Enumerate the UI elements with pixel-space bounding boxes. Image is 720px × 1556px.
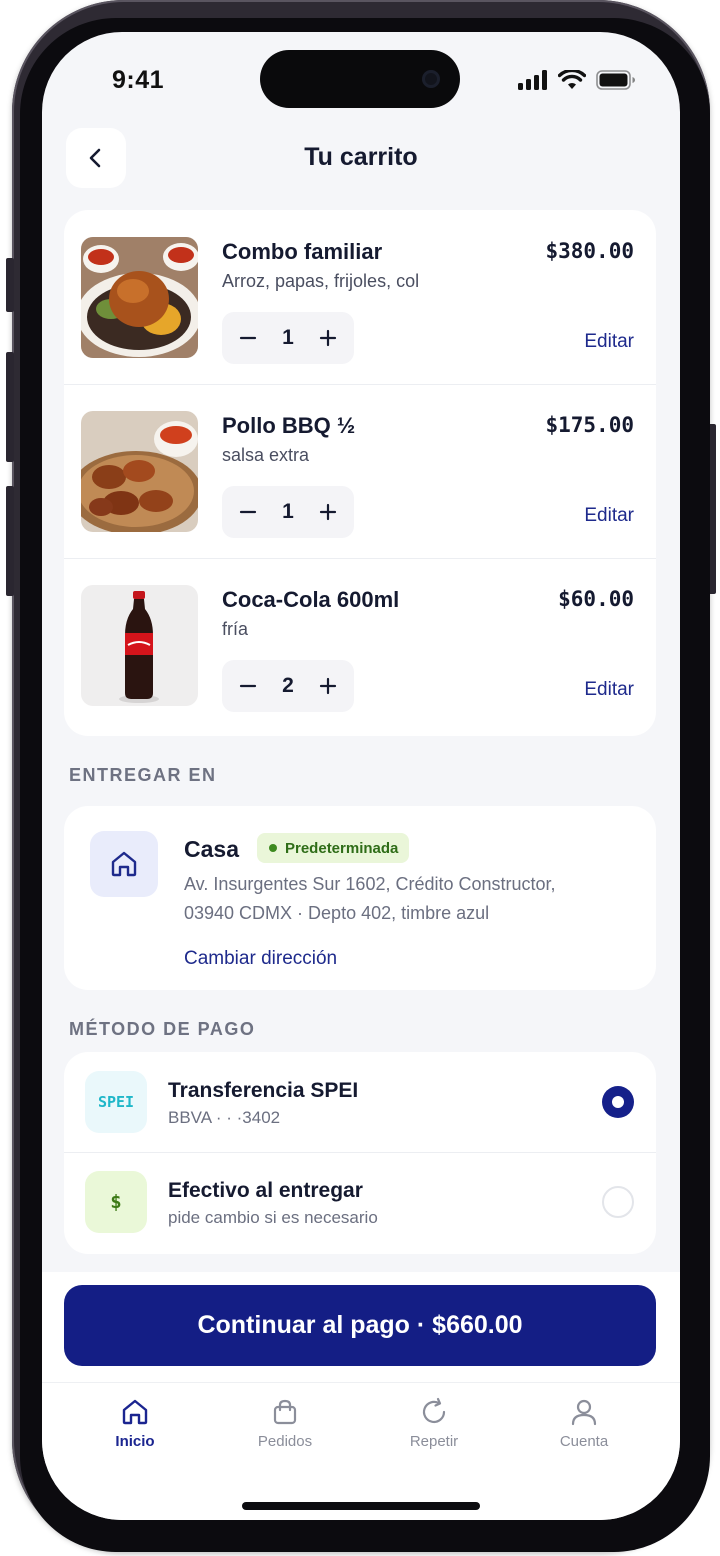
decrease-button[interactable] (236, 674, 260, 698)
plus-icon (319, 329, 337, 347)
delivery-section-label: ENTREGAR EN (69, 765, 217, 785)
wifi-icon (558, 70, 586, 89)
item-name: Combo familiar (222, 239, 383, 264)
decrease-button[interactable] (236, 326, 260, 350)
tab-inicio[interactable]: Inicio (75, 1397, 195, 1450)
minus-icon (239, 684, 257, 688)
quantity-stepper: 1 (222, 312, 354, 364)
address-line-1: Av. Insurgentes Sur 1602, Crédito Constr… (184, 874, 556, 894)
bag-icon (273, 1399, 297, 1425)
plus-icon (319, 677, 337, 695)
radio-unselected[interactable] (602, 1186, 634, 1218)
payment-title: Efectivo al entregar (168, 1179, 363, 1202)
volume-up-button (6, 352, 14, 462)
user-icon (571, 1399, 597, 1426)
spei-icon: SPEI (85, 1071, 147, 1133)
quantity-value: 2 (282, 674, 294, 697)
tab-label: Pedidos (257, 1433, 313, 1450)
increase-button[interactable] (316, 326, 340, 350)
badge-label: Predeterminada (285, 839, 399, 857)
radio-selected[interactable] (602, 1086, 634, 1118)
address-icon-box (90, 831, 158, 897)
food-image-combo (81, 237, 198, 358)
item-price: $175.00 (545, 413, 634, 437)
cash-icon: $ (85, 1171, 147, 1233)
plus-icon (319, 503, 337, 521)
cart-item: Pollo BBQ ½ salsa extra $175.00 1 Editar (64, 384, 656, 558)
address-card[interactable]: Casa Predeterminada Av. Insurgentes Sur … (64, 806, 656, 990)
tab-repetir[interactable]: Repetir (374, 1397, 494, 1450)
increase-button[interactable] (316, 674, 340, 698)
status-time: 9:41 (112, 66, 165, 94)
minus-icon (239, 510, 257, 514)
edit-item-link[interactable]: Editar (584, 331, 634, 353)
item-name: Pollo BBQ ½ (222, 413, 356, 438)
item-description: Arroz, papas, frijoles, col (222, 271, 420, 291)
tab-label: Cuenta (559, 1433, 609, 1450)
address-name: Casa (184, 836, 239, 862)
continue-to-payment-button[interactable]: Continuar al pago · $660.00 (64, 1285, 656, 1366)
payment-card: SPEI Transferencia SPEI BBVA · · ·3402 $… (64, 1052, 656, 1254)
address-line-2: 03940 CDMX · Depto 402, timbre azul (184, 903, 490, 923)
tab-label: Repetir (409, 1433, 459, 1450)
tab-pedidos[interactable]: Pedidos (225, 1397, 345, 1450)
app-screen: 9:41 Tu carrito Combo familiar Arroz, pa… (42, 32, 680, 1520)
payment-subtitle: pide cambio si es necesario (168, 1208, 378, 1227)
drink-image-coca-cola (81, 585, 198, 706)
quantity-stepper: 2 (222, 660, 354, 712)
tab-label: Inicio (115, 1433, 155, 1450)
payment-option-spei[interactable]: SPEI Transferencia SPEI BBVA · · ·3402 (64, 1052, 656, 1152)
tab-cuenta[interactable]: Cuenta (524, 1397, 644, 1450)
item-description: fría (222, 619, 249, 639)
food-image-bbq-chicken (81, 411, 198, 532)
decrease-button[interactable] (236, 500, 260, 524)
front-camera (422, 70, 440, 88)
payment-option-cash[interactable]: $ Efectivo al entregar pide cambio si es… (64, 1152, 656, 1252)
refresh-icon (422, 1397, 446, 1424)
home-indicator[interactable] (242, 1502, 480, 1510)
item-price: $60.00 (558, 587, 634, 611)
battery-icon (596, 70, 635, 90)
home-icon (111, 851, 137, 877)
cart-item: Coca-Cola 600ml fría $60.00 2 Editar (64, 558, 656, 732)
status-icons (518, 70, 636, 90)
home-icon (122, 1399, 148, 1425)
volume-down-button (6, 486, 14, 596)
page-title: Tu carrito (304, 143, 418, 171)
cart-card: Combo familiar Arroz, papas, frijoles, c… (64, 210, 656, 736)
payment-subtitle: BBVA · · ·3402 (168, 1108, 281, 1127)
silent-switch (6, 258, 14, 312)
change-address-link[interactable]: Cambiar dirección (184, 948, 337, 970)
edit-item-link[interactable]: Editar (584, 679, 634, 701)
item-price: $380.00 (545, 239, 634, 263)
increase-button[interactable] (316, 500, 340, 524)
minus-icon (239, 336, 257, 340)
cellular-signal-icon (518, 70, 547, 90)
cart-item: Combo familiar Arroz, papas, frijoles, c… (64, 210, 656, 384)
quantity-value: 1 (282, 326, 294, 349)
dynamic-island (260, 50, 460, 108)
tab-bar: Inicio Pedidos Repetir Cuenta (42, 1382, 680, 1520)
edit-item-link[interactable]: Editar (584, 505, 634, 527)
payment-title: Transferencia SPEI (168, 1079, 359, 1102)
item-description: salsa extra (222, 445, 310, 465)
item-name: Coca-Cola 600ml (222, 587, 400, 612)
payment-section-label: MÉTODO DE PAGO (69, 1019, 256, 1039)
quantity-stepper: 1 (222, 486, 354, 538)
quantity-value: 1 (282, 500, 294, 523)
badge-dot (269, 844, 277, 852)
default-badge: Predeterminada (257, 833, 410, 863)
